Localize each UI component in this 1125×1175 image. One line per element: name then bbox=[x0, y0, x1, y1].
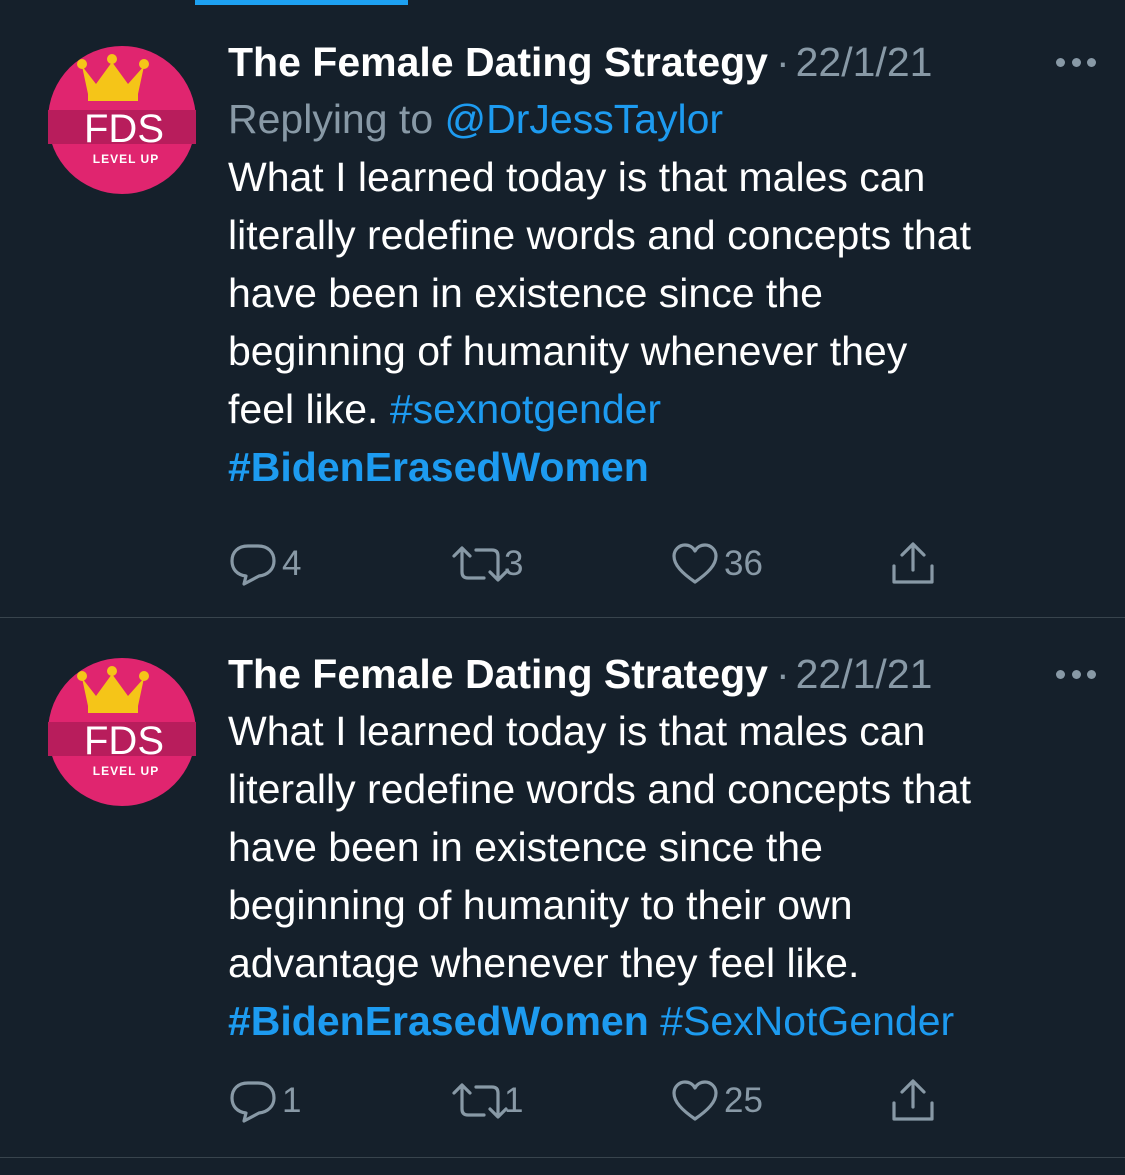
text-line: advantage whenever they feel like. bbox=[228, 940, 860, 986]
text-line: beginning of humanity to their own bbox=[228, 882, 853, 928]
like-button[interactable]: 25 bbox=[670, 1076, 763, 1126]
tweet-date[interactable]: 22/1/21 bbox=[796, 651, 933, 698]
text-line: What I learned today is that males can bbox=[228, 154, 926, 200]
replying-prefix: Replying to bbox=[228, 96, 445, 142]
tweet-header: The Female Dating Strategy · 22/1/21 bbox=[228, 34, 1098, 90]
share-button[interactable] bbox=[888, 539, 938, 589]
text-line: feel like. #sexnotgender bbox=[228, 380, 1098, 438]
tweet-text: What I learned today is that males can l… bbox=[228, 702, 1098, 1050]
hashtag-link[interactable]: #SexNotGender bbox=[660, 998, 954, 1044]
avatar[interactable]: FDS LEVEL UP bbox=[48, 658, 196, 806]
like-icon bbox=[672, 543, 718, 584]
reply-count: 4 bbox=[282, 544, 302, 583]
author-name[interactable]: The Female Dating Strategy bbox=[228, 651, 768, 698]
avatar-subtext: LEVEL UP bbox=[93, 152, 159, 166]
text-line: What I learned today is that males can bbox=[228, 708, 926, 754]
hashtag-link[interactable]: #BidenErasedWomen bbox=[228, 444, 649, 490]
retweet-button[interactable]: 3 bbox=[448, 539, 523, 589]
text-line: literally redefine words and concepts th… bbox=[228, 766, 971, 812]
retweet-count: 1 bbox=[504, 1081, 524, 1120]
avatar-text: FDS bbox=[84, 107, 164, 151]
text-line: have been in existence since the bbox=[228, 824, 823, 870]
author-name[interactable]: The Female Dating Strategy bbox=[228, 39, 768, 86]
retweet-icon bbox=[452, 1083, 508, 1119]
fds-logo: FDS LEVEL UP bbox=[48, 658, 196, 806]
text-fragment: feel like. bbox=[228, 386, 390, 432]
avatar[interactable]: FDS LEVEL UP bbox=[48, 46, 196, 194]
fds-logo: FDS LEVEL UP bbox=[48, 46, 196, 194]
text-line: beginning of humanity whenever they bbox=[228, 328, 908, 374]
reply-count: 1 bbox=[282, 1081, 302, 1120]
like-count: 36 bbox=[724, 544, 763, 583]
like-count: 25 bbox=[724, 1081, 763, 1120]
avatar-text: FDS bbox=[84, 719, 164, 763]
share-button[interactable] bbox=[888, 1076, 938, 1126]
hashtag-link[interactable]: #sexnotgender bbox=[390, 386, 661, 432]
tweet-1[interactable]: FDS LEVEL UP The Female Dating Strategy … bbox=[0, 0, 1125, 618]
text-line: #BidenErasedWomen #SexNotGender bbox=[228, 992, 1098, 1050]
tweet-actions: 1 1 25 bbox=[228, 1076, 948, 1126]
share-icon bbox=[892, 542, 934, 584]
text-line: have been in existence since the bbox=[228, 270, 823, 316]
reply-icon bbox=[230, 1081, 276, 1123]
tweet-date[interactable]: 22/1/21 bbox=[796, 39, 933, 86]
reply-button[interactable]: 4 bbox=[228, 539, 301, 589]
like-icon bbox=[672, 1080, 718, 1121]
more-icon[interactable] bbox=[1054, 652, 1098, 696]
text-line: literally redefine words and concepts th… bbox=[228, 212, 971, 258]
tweet-2[interactable]: FDS LEVEL UP The Female Dating Strategy … bbox=[0, 617, 1125, 1158]
like-button[interactable]: 36 bbox=[670, 539, 763, 589]
reply-button[interactable]: 1 bbox=[228, 1076, 301, 1126]
separator: · bbox=[775, 650, 790, 697]
replying-to: Replying to @DrJessTaylor bbox=[228, 90, 1098, 148]
avatar-subtext: LEVEL UP bbox=[93, 764, 159, 778]
tweet-actions: 4 3 36 bbox=[228, 539, 948, 589]
reply-icon bbox=[230, 544, 276, 586]
hashtag-link[interactable]: #BidenErasedWomen bbox=[228, 998, 649, 1044]
separator: · bbox=[775, 38, 790, 85]
share-icon bbox=[892, 1079, 934, 1121]
tweet-text: What I learned today is that males can l… bbox=[228, 148, 1098, 496]
text-line: #BidenErasedWomen bbox=[228, 438, 1098, 496]
tweet-header: The Female Dating Strategy · 22/1/21 bbox=[228, 646, 1098, 702]
retweet-button[interactable]: 1 bbox=[448, 1076, 523, 1126]
retweet-icon bbox=[452, 546, 508, 582]
replying-handle-link[interactable]: @DrJessTaylor bbox=[445, 96, 724, 142]
more-icon[interactable] bbox=[1054, 40, 1098, 84]
retweet-count: 3 bbox=[504, 544, 524, 583]
